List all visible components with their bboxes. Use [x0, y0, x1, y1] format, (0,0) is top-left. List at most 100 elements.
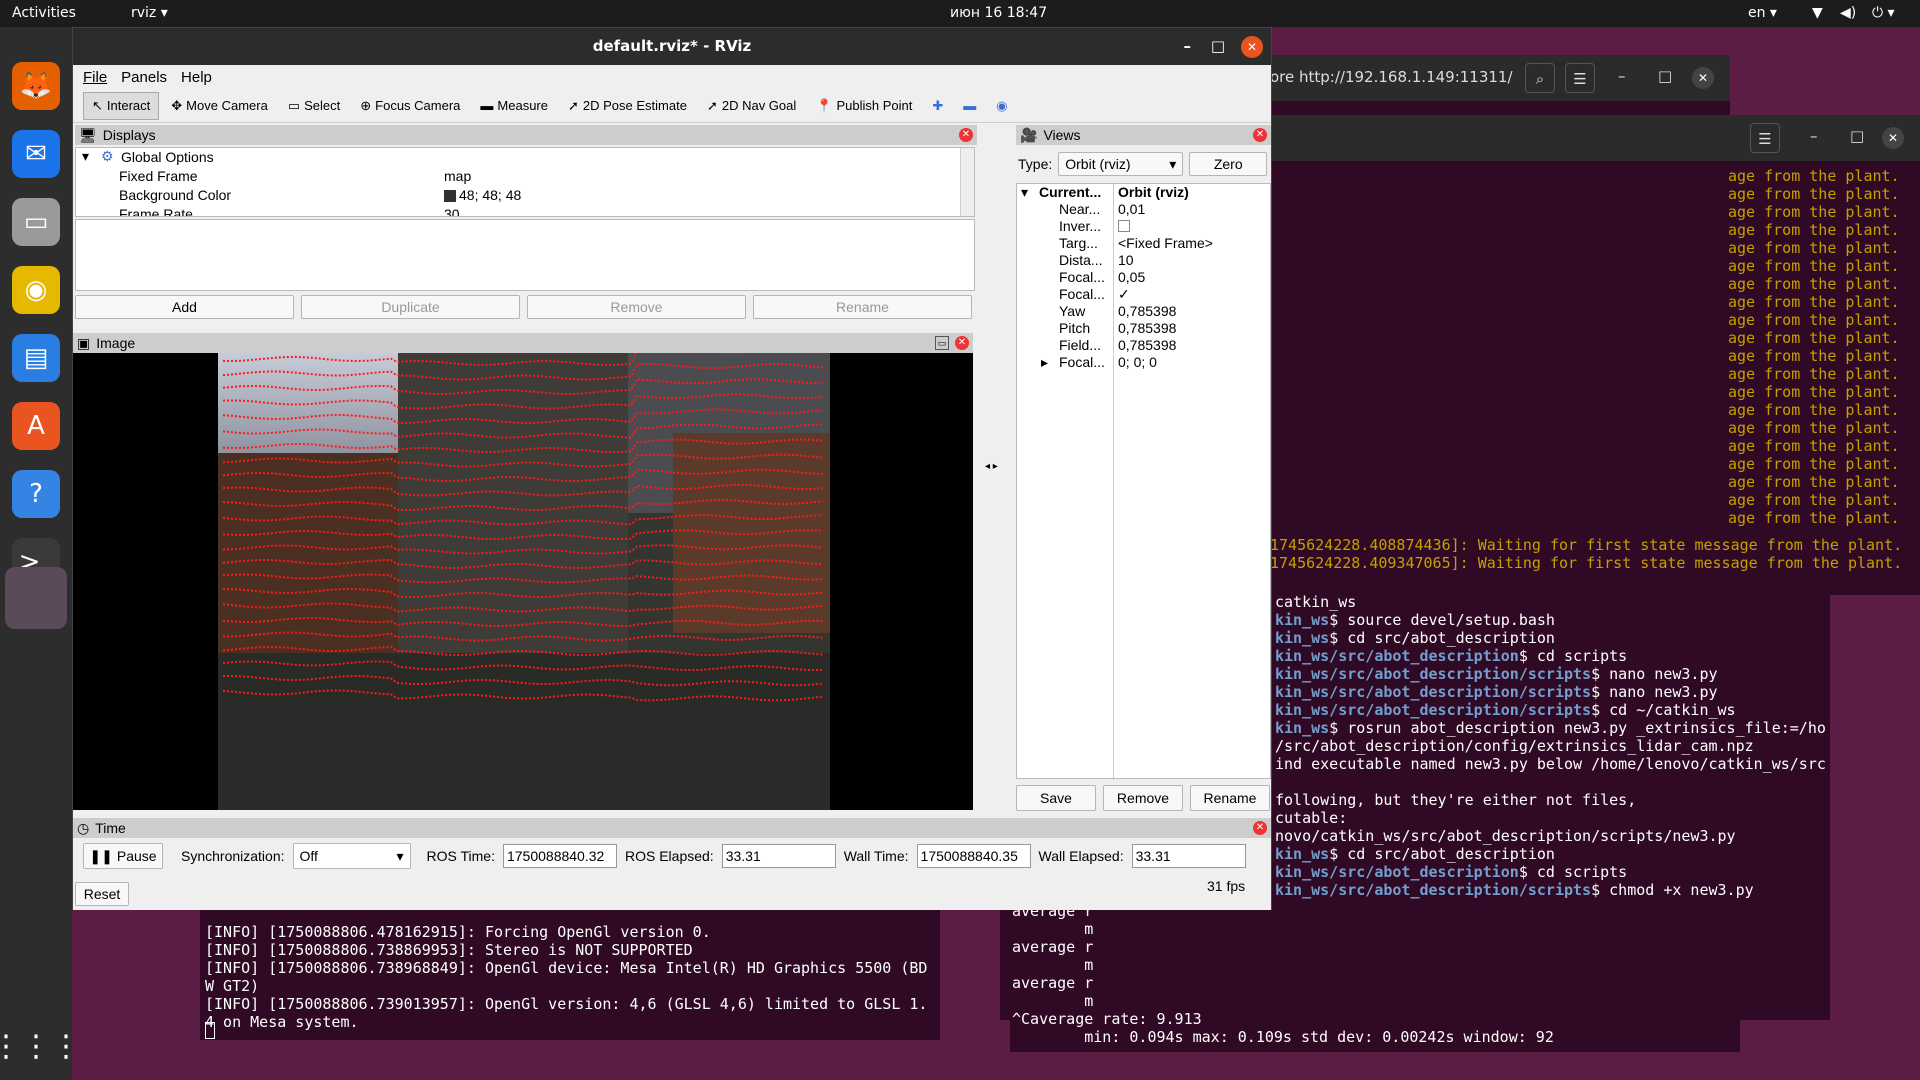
search-icon[interactable]: ⌕	[1525, 63, 1555, 93]
invert-checkbox[interactable]	[1118, 220, 1130, 232]
close-panel-icon[interactable]: ✕	[959, 128, 973, 142]
terminal-2-titlebar[interactable]: ☰ – □ ✕	[1270, 115, 1920, 161]
view-rename-button[interactable]: Rename	[1190, 785, 1270, 811]
terminal-line: 1745624228.409347065]: Waiting for first…	[1270, 554, 1903, 572]
app-menu[interactable]: rviz ▾	[131, 5, 168, 21]
view-property-row[interactable]: Field... 0,785398	[1017, 337, 1270, 354]
maximize-icon[interactable]: □	[1658, 67, 1672, 85]
tool-select[interactable]: ▭ Select	[280, 92, 348, 120]
minimize-icon[interactable]: –	[1184, 28, 1192, 65]
reset-button[interactable]: Reset	[75, 882, 129, 906]
rviz-titlebar[interactable]: default.rviz* - RViz – □ ✕	[73, 28, 1271, 65]
tool-move-camera[interactable]: ✥ Move Camera	[163, 92, 276, 120]
view-property-value: 0,785398	[1118, 303, 1177, 319]
property-row[interactable]: Frame Rate 30	[76, 205, 974, 216]
wall-time-field[interactable]	[916, 844, 1031, 868]
image-view[interactable]	[73, 348, 973, 810]
menu-help[interactable]: Help	[181, 69, 212, 86]
view-property-row[interactable]: Pitch 0,785398	[1017, 320, 1270, 337]
expand-arrow-icon[interactable]: ▸	[1041, 354, 1048, 371]
wifi-icon[interactable]: ▼	[1812, 5, 1823, 21]
tool-2d-nav-goal[interactable]: ➚ 2D Nav Goal	[699, 92, 804, 120]
terminal-window-4[interactable]: average r m average r m average r m ^Cavera…	[1010, 900, 1740, 1052]
tool-measure[interactable]: ▬ Measure	[472, 92, 556, 120]
view-type-select[interactable]: Orbit (rviz) ▾	[1058, 152, 1184, 176]
view-save-button[interactable]: Save	[1016, 785, 1096, 811]
clock[interactable]: июн 16 18:47	[950, 5, 1047, 21]
minus-icon[interactable]: ▬	[955, 92, 984, 120]
splitter-handle[interactable]: ◂ ▸	[985, 461, 998, 472]
add-button[interactable]: Add	[75, 295, 294, 319]
rhythmbox-icon[interactable]: ◉	[12, 266, 60, 314]
close-panel-icon[interactable]: ✕	[1253, 128, 1267, 142]
files-icon[interactable]: ▭	[12, 198, 60, 246]
minimize-icon[interactable]: –	[1810, 127, 1818, 145]
property-name: Background Color	[119, 187, 232, 203]
maximize-icon[interactable]: □	[1850, 127, 1864, 145]
close-icon[interactable]: ✕	[1882, 127, 1904, 149]
hamburger-menu-icon[interactable]: ☰	[1750, 123, 1780, 153]
property-row[interactable]: Fixed Frame map	[76, 167, 974, 186]
terminal-line: kin_ws/src/abot_description/scripts$ nan…	[1275, 665, 1826, 683]
view-property-row[interactable]: Dista... 10	[1017, 252, 1270, 269]
thunderbird-icon[interactable]: ✉	[12, 130, 60, 178]
writer-icon[interactable]: ▤	[12, 334, 60, 382]
active-app-slot[interactable]	[5, 567, 67, 629]
view-property-row[interactable]: Focal... ✓	[1017, 286, 1270, 303]
plus-icon[interactable]: ✚	[924, 92, 951, 120]
close-icon[interactable]: ✕	[1241, 36, 1263, 58]
property-row[interactable]: Background Color 48; 48; 48	[76, 186, 974, 205]
activities-button[interactable]: Activities	[12, 5, 76, 21]
tool-publish-point[interactable]: 📍 Publish Point	[808, 92, 920, 120]
close-panel-icon[interactable]: ✕	[1253, 821, 1267, 835]
view-property-row[interactable]: ▾ Current... Orbit (rviz)	[1017, 184, 1270, 201]
views-tree[interactable]: ▾ Current... Orbit (rviz) Near... 0,01 Inver.…	[1016, 183, 1271, 780]
zero-button[interactable]: Zero	[1189, 152, 1268, 176]
view-property-row[interactable]: Inver...	[1017, 218, 1270, 235]
view-remove-button[interactable]: Remove	[1103, 785, 1183, 811]
tool-focus-camera[interactable]: ⊕ Focus Camera	[352, 92, 468, 120]
menu-file[interactable]: File	[83, 69, 107, 86]
hamburger-menu-icon[interactable]: ☰	[1565, 63, 1595, 93]
terminal-window-5[interactable]: [INFO] [1750088806.478162915]: Forcing O…	[200, 900, 940, 1040]
minimize-icon[interactable]: –	[1618, 67, 1626, 85]
maximize-icon[interactable]: □	[1211, 28, 1225, 65]
tool-2d-pose-estimate[interactable]: ➚ 2D Pose Estimate	[560, 92, 695, 120]
view-property-row[interactable]: Near... 0,01	[1017, 201, 1270, 218]
displays-tree[interactable]: ▾ ⚙ Global Options Fixed Frame map Background…	[75, 147, 975, 217]
view-property-row[interactable]: Targ... <Fixed Frame>	[1017, 235, 1270, 252]
wall-elapsed-field[interactable]	[1131, 844, 1246, 868]
view-property-row[interactable]: Yaw 0,785398	[1017, 303, 1270, 320]
close-icon[interactable]: ✕	[1692, 67, 1714, 89]
power-icon[interactable]: ⏻ ▾	[1872, 5, 1895, 21]
language-indicator[interactable]: en ▾	[1748, 5, 1777, 21]
expand-arrow-icon[interactable]: ▾	[1021, 184, 1028, 201]
eye-icon[interactable]: ◉	[988, 92, 1015, 120]
property-row[interactable]: ▾ ⚙ Global Options	[76, 148, 974, 167]
prompt-path: kin_ws/src/abot_description/scripts	[1275, 701, 1592, 719]
float-panel-icon[interactable]: ▭	[935, 336, 949, 350]
show-apps-icon[interactable]: ⋮⋮⋮	[0, 1022, 81, 1070]
ros-time-field[interactable]	[502, 844, 617, 868]
firefox-icon[interactable]: 🦊	[12, 62, 60, 110]
expand-arrow-icon[interactable]: ▾	[82, 148, 89, 165]
tool-interact[interactable]: ↖ Interact	[83, 91, 160, 120]
remove-button[interactable]: Remove	[527, 295, 746, 319]
scrollbar[interactable]	[960, 148, 974, 216]
menu-panels[interactable]: Panels	[121, 69, 167, 86]
rename-button[interactable]: Rename	[753, 295, 972, 319]
view-property-row[interactable]: ▸ Focal... 0; 0; 0	[1017, 354, 1270, 371]
volume-icon[interactable]: ◀)	[1840, 5, 1856, 21]
duplicate-button[interactable]: Duplicate	[301, 295, 520, 319]
terminal-window-2[interactable]: ☰ – □ ✕ age from the plant. age from the …	[1270, 115, 1920, 595]
prompt-path: kin_ws	[1275, 629, 1330, 647]
help-icon[interactable]: ?	[12, 470, 60, 518]
software-icon[interactable]: A	[12, 402, 60, 450]
ros-elapsed-field[interactable]	[721, 844, 836, 868]
sync-select[interactable]: Off ▾	[292, 843, 411, 869]
terminal-line: kin_ws$ cd src/abot_description	[1275, 629, 1826, 647]
pause-button[interactable]: ❚❚ Pause	[83, 843, 163, 869]
view-property-row[interactable]: Focal... 0,05	[1017, 269, 1270, 286]
close-panel-icon[interactable]: ✕	[955, 336, 969, 350]
view-property-value: 0,785398	[1118, 320, 1177, 336]
